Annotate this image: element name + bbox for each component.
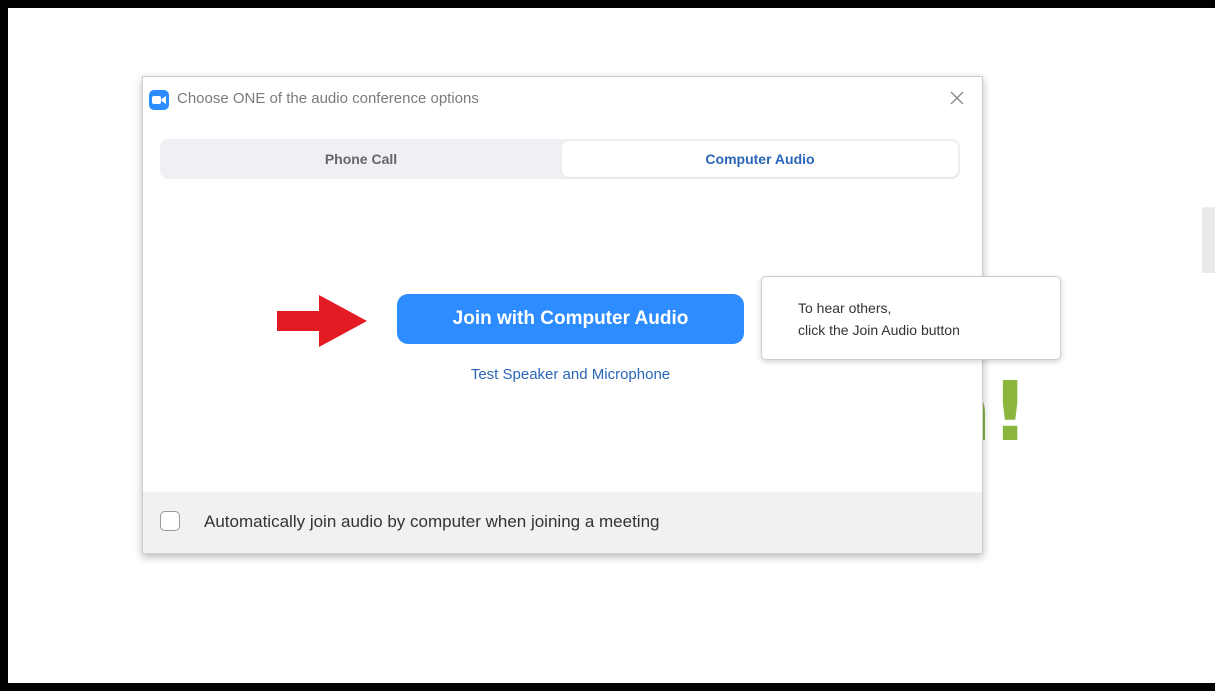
join-computer-audio-button[interactable]: Join with Computer Audio (397, 294, 744, 344)
dialog-title: Choose ONE of the audio conference optio… (177, 90, 479, 107)
auto-join-audio-label: Automatically join audio by computer whe… (204, 512, 660, 531)
dialog-footer: Automatically join audio by computer whe… (143, 492, 982, 553)
red-arrow-icon (273, 291, 373, 356)
test-speaker-microphone-link[interactable]: Test Speaker and Microphone (397, 366, 744, 383)
tooltip-line: To hear others, (798, 300, 892, 316)
close-icon[interactable] (946, 87, 968, 109)
audio-mode-tabs: Phone Call Computer Audio (160, 139, 960, 179)
tab-computer-audio[interactable]: Computer Audio (562, 141, 958, 177)
zoom-camera-icon (149, 90, 169, 110)
dialog-titlebar: Choose ONE of the audio conference optio… (143, 77, 982, 121)
tab-phone-call[interactable]: Phone Call (162, 141, 560, 177)
background-text-faint: I (1194, 190, 1215, 295)
auto-join-audio-checkbox[interactable] (160, 511, 180, 531)
screenshot-frame: I n! Choose ONE of the audio conference … (8, 8, 1215, 683)
join-audio-tooltip: To hear others, click the Join Audio but… (761, 276, 1061, 360)
tooltip-line: click the Join Audio button (798, 322, 960, 338)
